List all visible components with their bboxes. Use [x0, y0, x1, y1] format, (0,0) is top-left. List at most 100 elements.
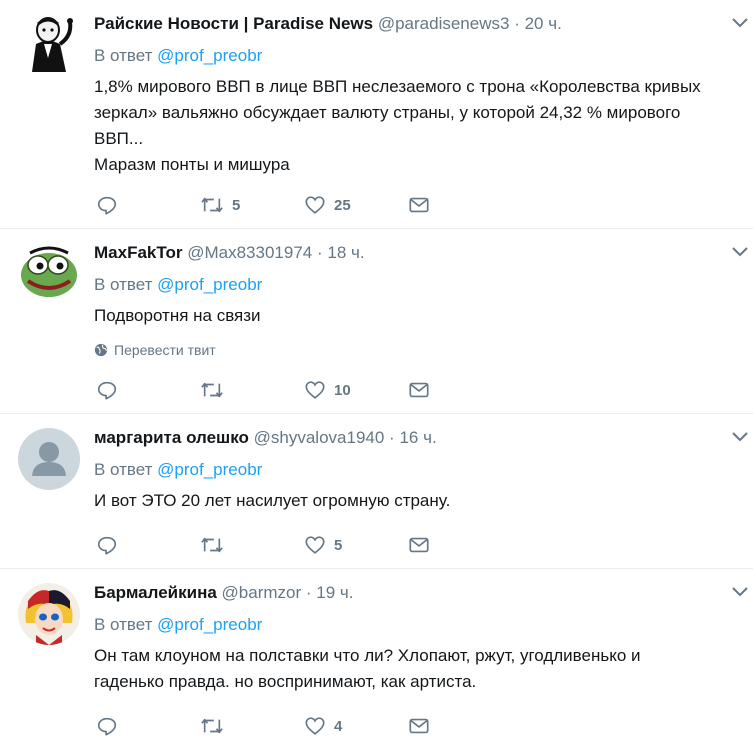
like-count: 10 [334, 381, 351, 399]
reply-context: В ответ @prof_preobr [94, 459, 723, 481]
envelope-icon [409, 537, 429, 553]
username[interactable]: @shyvalova1940 [254, 428, 385, 447]
retweet-icon [201, 718, 223, 734]
reply-to-link[interactable]: @prof_preobr [157, 46, 262, 65]
direct-message-button[interactable] [408, 194, 512, 216]
harlequin-girl-icon [18, 583, 80, 645]
tweet-text-line: Подворотня на связи [94, 306, 261, 325]
tweet-text-line: гаденько правда. но воспринимают, как ар… [94, 672, 477, 691]
reply-context: В ответ @prof_preobr [94, 274, 723, 296]
tweet-text: Он там клоуном на полставки что ли? Хлоп… [94, 643, 723, 695]
reply-prefix: В ответ [94, 275, 158, 294]
tweet-actions: 5 25 [96, 194, 512, 216]
globe-icon [94, 343, 108, 357]
display-name[interactable]: Бармалейкина [94, 583, 217, 602]
username[interactable]: @Max83301974 [187, 243, 312, 262]
timestamp[interactable]: 19 ч. [316, 583, 353, 602]
direct-message-button[interactable] [408, 715, 512, 737]
avatar[interactable] [18, 583, 80, 645]
envelope-icon [409, 382, 429, 398]
chevron-down-icon[interactable] [731, 16, 749, 28]
retweet-button[interactable] [200, 715, 304, 737]
display-name[interactable]: маргарита олешко [94, 428, 249, 447]
envelope-icon [409, 197, 429, 213]
tweet-header: Райские Новости | Paradise News @paradis… [94, 13, 723, 35]
username[interactable]: @barmzor [222, 583, 302, 602]
like-count: 4 [334, 717, 343, 735]
like-count: 25 [334, 196, 351, 214]
retweet-button[interactable] [200, 379, 304, 401]
chevron-down-icon[interactable] [731, 585, 749, 597]
reply-context: В ответ @prof_preobr [94, 45, 723, 67]
retweet-icon [201, 382, 223, 398]
reply-icon [97, 717, 117, 736]
like-button[interactable]: 25 [304, 194, 408, 216]
reply-icon [97, 196, 117, 215]
reply-context: В ответ @prof_preobr [94, 614, 723, 636]
heart-icon [305, 717, 325, 735]
timestamp[interactable]: 16 ч. [399, 428, 436, 447]
timestamp[interactable]: 20 ч. [525, 14, 562, 33]
tweet-actions: 5 [96, 534, 512, 556]
avatar[interactable] [18, 428, 80, 490]
like-button[interactable]: 5 [304, 534, 408, 556]
tweet-text-line: Маразм понты и мишура [94, 155, 290, 174]
display-name[interactable]: MaxFakTor [94, 243, 183, 262]
tweet-actions: 4 [96, 715, 512, 737]
tweet[interactable]: Бармалейкина @barmzor · 19 ч. В ответ @p… [0, 569, 753, 747]
reply-button[interactable] [96, 534, 200, 556]
tweet-actions: 10 [96, 379, 512, 401]
chevron-down-icon[interactable] [731, 245, 749, 257]
reply-icon [97, 536, 117, 555]
cartoon-figure-icon [32, 17, 73, 72]
tweet-text-line: И вот ЭТО 20 лет насилует огромную стран… [94, 491, 451, 510]
tweet-text-line: ВВП... [94, 129, 144, 148]
tweet-header: маргарита олешко @shyvalova1940 · 16 ч. [94, 427, 723, 449]
tweet[interactable]: маргарита олешко @shyvalova1940 · 16 ч. … [0, 414, 753, 569]
avatar[interactable] [18, 241, 80, 303]
display-name[interactable]: Райские Новости | Paradise News [94, 14, 373, 33]
heart-icon [305, 536, 325, 554]
tweet-text-line: 1,8% мирового ВВП в лице ВВП неслезаемог… [94, 77, 701, 96]
envelope-icon [409, 718, 429, 734]
tweet-header: MaxFakTor @Max83301974 · 18 ч. [94, 242, 723, 264]
separator-dot: · [389, 428, 395, 447]
reply-to-link[interactable]: @prof_preobr [157, 615, 262, 634]
reply-button[interactable] [96, 194, 200, 216]
retweet-button[interactable] [200, 534, 304, 556]
reply-to-link[interactable]: @prof_preobr [157, 460, 262, 479]
frog-icon [21, 246, 77, 297]
reply-button[interactable] [96, 379, 200, 401]
retweet-count: 5 [232, 196, 241, 214]
chevron-down-icon[interactable] [731, 430, 749, 442]
separator-dot: · [316, 243, 323, 262]
tweet-header: Бармалейкина @barmzor · 19 ч. [94, 582, 723, 604]
tweet-text: Подворотня на связи [94, 303, 723, 329]
timestamp[interactable]: 18 ч. [327, 243, 364, 262]
reply-prefix: В ответ [94, 46, 158, 65]
like-count: 5 [334, 536, 343, 554]
separator-dot: · [514, 14, 520, 33]
retweet-button[interactable]: 5 [200, 194, 304, 216]
direct-message-button[interactable] [408, 379, 512, 401]
reply-to-link[interactable]: @prof_preobr [157, 275, 262, 294]
retweet-icon [201, 537, 223, 553]
reply-icon [97, 381, 117, 400]
reply-button[interactable] [96, 715, 200, 737]
like-button[interactable]: 4 [304, 715, 408, 737]
retweet-icon [201, 197, 223, 213]
avatar[interactable] [18, 14, 80, 76]
reply-prefix: В ответ [94, 615, 158, 634]
like-button[interactable]: 10 [304, 379, 408, 401]
heart-icon [305, 381, 325, 399]
tweet[interactable]: MaxFakTor @Max83301974 · 18 ч. В ответ @… [0, 229, 753, 414]
separator-dot: · [305, 583, 312, 602]
username[interactable]: @paradisenews3 [378, 14, 510, 33]
translate-tweet-link[interactable]: Перевести твит [94, 342, 723, 358]
tweet-text: И вот ЭТО 20 лет насилует огромную стран… [94, 488, 723, 514]
reply-prefix: В ответ [94, 460, 158, 479]
tweet-text: 1,8% мирового ВВП в лице ВВП неслезаемог… [94, 74, 723, 178]
heart-icon [305, 196, 325, 214]
tweet[interactable]: Райские Новости | Paradise News @paradis… [0, 0, 753, 229]
direct-message-button[interactable] [408, 534, 512, 556]
